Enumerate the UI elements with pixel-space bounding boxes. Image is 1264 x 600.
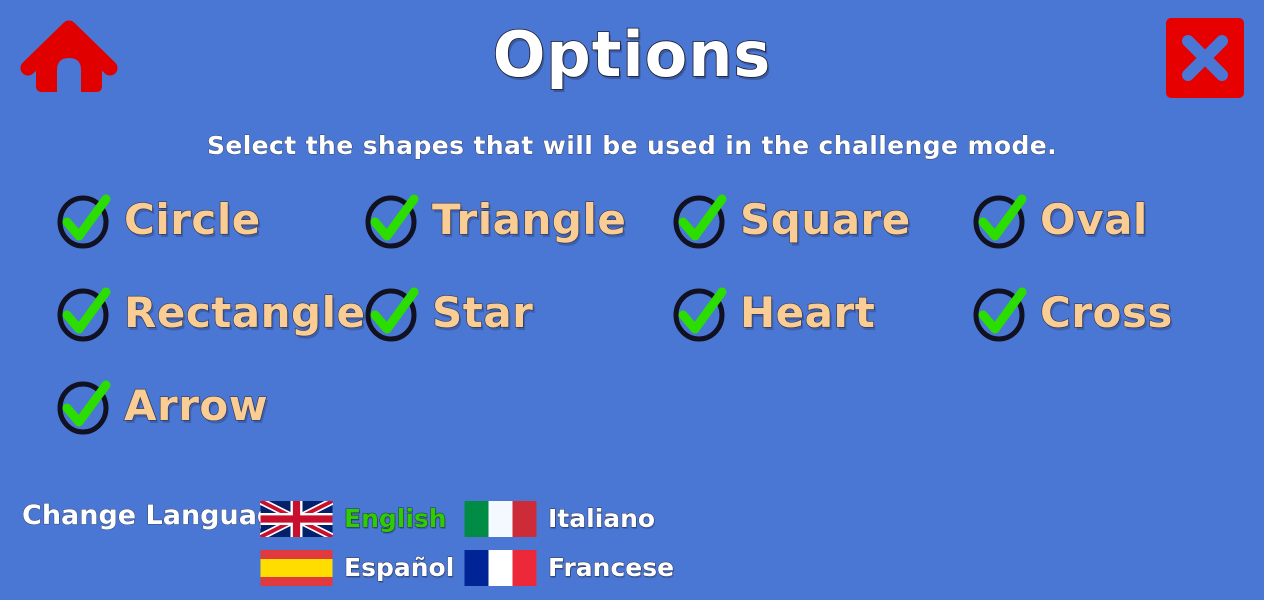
checkmark-icon[interactable] (672, 191, 728, 249)
language-option-italiano[interactable]: Italiano (464, 494, 668, 543)
shape-label: Square (739, 195, 911, 244)
flag-uk-icon[interactable] (260, 500, 333, 537)
options-screen: Options Select the shapes that will be u… (0, 0, 1264, 600)
checkmark-icon[interactable] (364, 284, 420, 342)
shape-checkbox-rectangle[interactable]: Rectangle (56, 281, 366, 345)
checkmark-icon[interactable] (56, 284, 112, 342)
language-option-francese[interactable]: Francese (464, 543, 675, 592)
shape-label: Triangle (431, 195, 627, 244)
shape-selection-grid: Circle Triangle Square Oval Rectangle Star Hea… (56, 188, 1216, 467)
checkmark-icon[interactable] (972, 284, 1028, 342)
shape-checkbox-circle[interactable]: Circle (56, 188, 364, 252)
flag-france-icon[interactable] (464, 549, 537, 586)
shape-label: Star (431, 288, 534, 337)
shape-label: Heart (739, 288, 876, 337)
flag-spain-icon[interactable] (260, 549, 333, 586)
shape-label: Rectangle (123, 288, 366, 337)
instruction-text: Select the shapes that will be used in t… (206, 131, 1058, 161)
language-column-right: Italiano Francese (464, 494, 675, 592)
shape-row: Circle Triangle Square Oval (56, 188, 1216, 281)
checkmark-icon[interactable] (672, 284, 728, 342)
flag-italy-icon[interactable] (464, 500, 537, 537)
language-option-español[interactable]: Español (260, 543, 464, 592)
shape-label: Cross (1039, 288, 1173, 337)
language-label: Francese (548, 553, 675, 582)
language-option-english[interactable]: English (260, 494, 464, 543)
shape-checkbox-oval[interactable]: Oval (972, 188, 1216, 252)
checkmark-icon[interactable] (364, 191, 420, 249)
shape-row: Rectangle Star Heart Cross (56, 281, 1216, 374)
checkmark-icon[interactable] (972, 191, 1028, 249)
checkmark-icon[interactable] (56, 377, 112, 435)
language-column-left: English Español (260, 494, 464, 592)
shape-checkbox-square[interactable]: Square (672, 188, 972, 252)
shape-row: Arrow (56, 374, 1216, 467)
change-language-label: Change Language (22, 500, 295, 532)
shape-checkbox-star[interactable]: Star (364, 281, 672, 345)
shape-checkbox-arrow[interactable]: Arrow (56, 374, 364, 438)
shape-label: Arrow (123, 381, 269, 430)
checkmark-icon[interactable] (56, 191, 112, 249)
language-label: Español (344, 553, 455, 582)
shape-label: Oval (1039, 195, 1148, 244)
language-options: English Español Italiano Francese (260, 494, 675, 592)
language-label: English (343, 504, 447, 533)
shape-checkbox-heart[interactable]: Heart (672, 281, 972, 345)
shape-checkbox-triangle[interactable]: Triangle (364, 188, 672, 252)
language-section: Change Language English Español Italiano F… (22, 494, 675, 592)
language-label: Italiano (548, 504, 656, 533)
shape-checkbox-cross[interactable]: Cross (972, 281, 1216, 345)
page-title: Options (492, 18, 772, 91)
shape-label: Circle (123, 195, 261, 244)
